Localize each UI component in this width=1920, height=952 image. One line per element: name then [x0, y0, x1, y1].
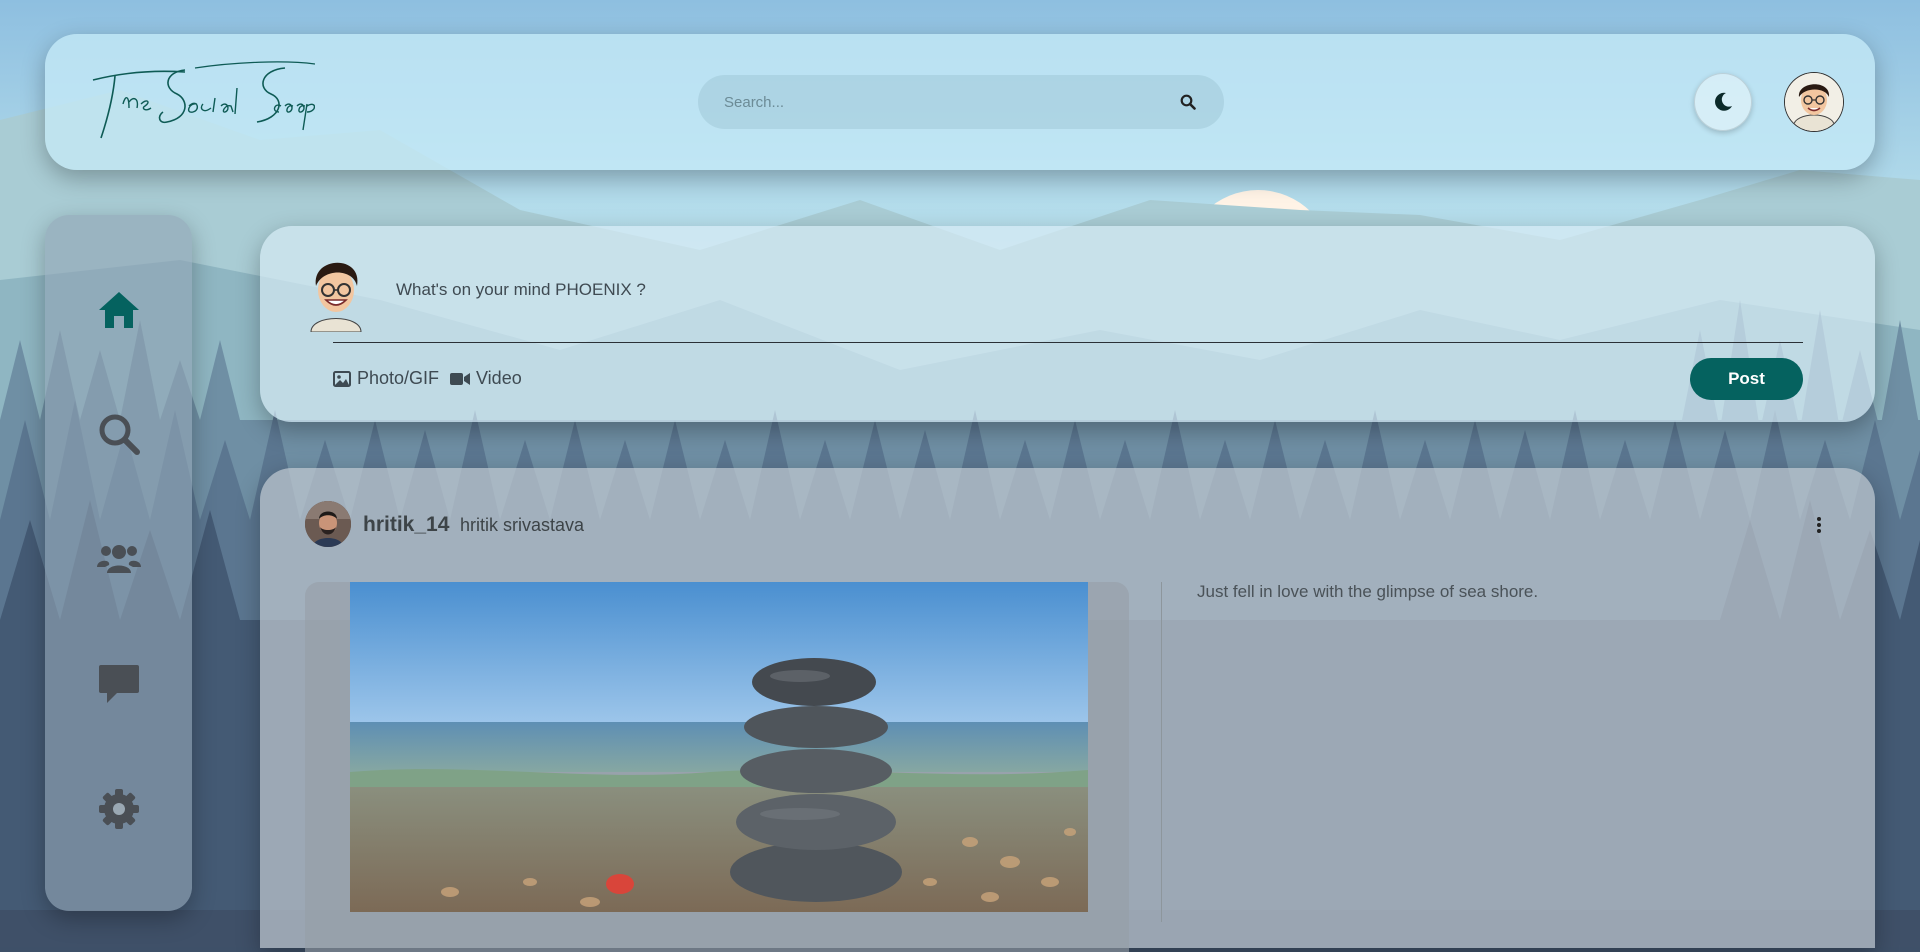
gear-icon	[99, 789, 139, 829]
video-label: Video	[476, 368, 522, 388]
post-content-divider	[1161, 582, 1162, 922]
top-navbar	[45, 34, 1875, 170]
stacked-stones-photo	[350, 582, 1088, 912]
avatar[interactable]	[1785, 73, 1843, 131]
image-icon	[333, 370, 351, 387]
sidebar-item-settings[interactable]	[97, 787, 141, 831]
moon-icon	[1715, 92, 1732, 111]
search-input[interactable]	[722, 92, 1166, 112]
post-media-frame	[305, 582, 1129, 952]
post-full-name: hritik srivastava	[460, 515, 585, 535]
search-icon[interactable]	[1180, 94, 1196, 110]
search-bar	[698, 75, 1224, 129]
feed-post-card: hritik_14 hritik srivastava Just fell in…	[260, 468, 1875, 952]
home-icon	[99, 292, 139, 328]
more-vertical-icon	[1817, 517, 1821, 533]
avatar[interactable]	[305, 501, 351, 547]
sidebar-item-search[interactable]	[97, 412, 141, 456]
video-camera-icon	[450, 372, 470, 385]
user-avatar-icon	[1785, 73, 1843, 131]
photo-gif-button[interactable]: Photo/GIF	[333, 368, 439, 389]
app-logo[interactable]	[85, 58, 316, 148]
search-icon	[99, 414, 140, 455]
sidebar-item-home[interactable]	[97, 288, 141, 332]
composer-prompt[interactable]: What's on your mind PHOENIX ?	[396, 280, 646, 300]
composer-avatar-icon	[310, 262, 362, 332]
post-composer: What's on your mind PHOENIX ? Photo/GIF …	[260, 226, 1875, 422]
theme-toggle-button[interactable]	[1694, 73, 1752, 131]
post-button[interactable]: Post	[1690, 358, 1803, 400]
post-author-avatar-icon	[305, 501, 351, 547]
video-button[interactable]: Video	[450, 368, 522, 389]
logo-script-icon	[92, 61, 316, 139]
post-image[interactable]	[350, 582, 1088, 912]
chat-icon	[99, 665, 139, 703]
photo-gif-label: Photo/GIF	[357, 368, 440, 388]
users-icon	[97, 545, 141, 573]
post-options-button[interactable]	[1810, 514, 1828, 536]
sidebar-item-friends[interactable]	[97, 537, 141, 581]
sidebar-nav	[45, 215, 192, 911]
composer-divider	[333, 342, 1803, 343]
post-username[interactable]: hritik_14	[363, 513, 449, 537]
sidebar-item-messages[interactable]	[97, 661, 141, 705]
avatar	[305, 250, 367, 332]
post-caption: Just fell in love with the glimpse of se…	[1197, 582, 1539, 601]
